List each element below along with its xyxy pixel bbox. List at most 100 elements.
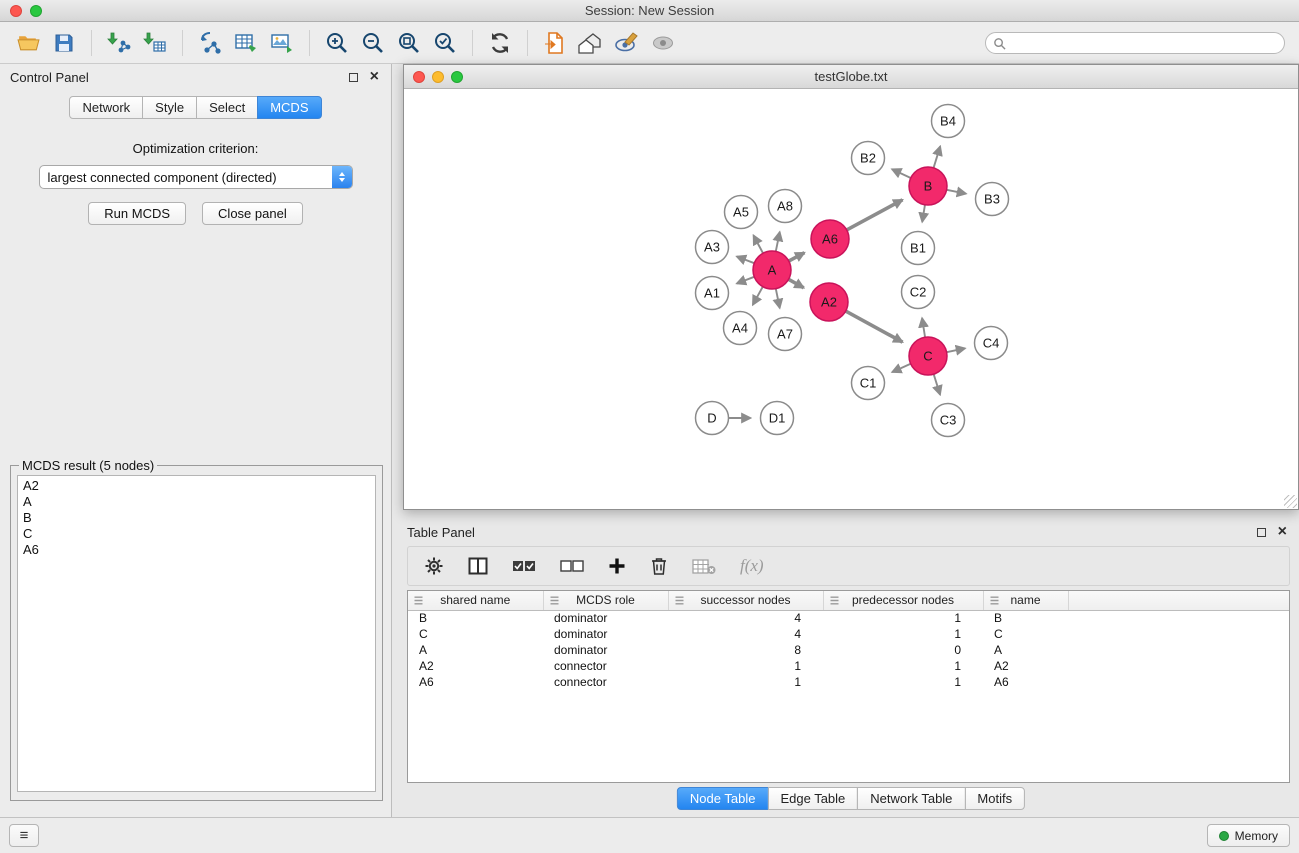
table-cell-name[interactable]: A — [983, 642, 1068, 658]
tab-network-table[interactable]: Network Table — [857, 787, 965, 810]
close-panel-button[interactable]: Close panel — [202, 202, 303, 225]
tab-style[interactable]: Style — [142, 96, 197, 119]
zoom-in-button[interactable] — [319, 26, 355, 60]
delete-table-button[interactable] — [692, 558, 716, 575]
table-row[interactable]: Cdominator41C — [408, 626, 1289, 642]
table-row[interactable]: A6connector11A6 — [408, 674, 1289, 690]
tab-edge-table[interactable]: Edge Table — [767, 787, 858, 810]
search-input[interactable] — [985, 32, 1285, 54]
new-network-button[interactable] — [192, 26, 228, 60]
network-close-button[interactable] — [413, 71, 425, 83]
table-settings-button[interactable] — [424, 556, 444, 576]
export-image-button[interactable] — [264, 26, 300, 60]
graph-edge[interactable] — [934, 146, 941, 168]
task-history-button[interactable]: ≡ — [9, 824, 39, 847]
table-cell-name[interactable]: C — [983, 626, 1068, 642]
graph-edge[interactable] — [922, 318, 925, 337]
memory-button[interactable]: Memory — [1207, 824, 1290, 847]
tab-mcds[interactable]: MCDS — [257, 96, 321, 119]
zoom-window-button[interactable] — [30, 5, 42, 17]
table-cell-successor_nodes[interactable]: 1 — [668, 658, 823, 674]
table-cell-successor_nodes[interactable]: 1 — [668, 674, 823, 690]
close-window-button[interactable] — [10, 5, 22, 17]
float-table-panel-icon[interactable] — [1257, 528, 1266, 537]
table-row[interactable]: Bdominator41B — [408, 610, 1289, 626]
graph-edge[interactable] — [846, 311, 903, 342]
select-all-button[interactable] — [512, 559, 536, 573]
table-cell-shared_name[interactable]: A2 — [408, 658, 543, 674]
show-columns-button[interactable] — [468, 557, 488, 575]
graph-edge[interactable] — [922, 205, 925, 222]
table-cell-shared_name[interactable]: A — [408, 642, 543, 658]
graph-edge[interactable] — [753, 235, 763, 253]
table-cell-name[interactable]: A6 — [983, 674, 1068, 690]
column-header[interactable]: predecessor nodes — [823, 591, 983, 610]
table-cell-predecessor_nodes[interactable]: 1 — [823, 658, 983, 674]
close-panel-icon[interactable]: × — [370, 71, 379, 83]
table-cell-mcds_role[interactable]: dominator — [543, 626, 668, 642]
deselect-all-button[interactable] — [560, 559, 584, 573]
zoom-out-button[interactable] — [355, 26, 391, 60]
table-cell-mcds_role[interactable]: connector — [543, 658, 668, 674]
table-cell-successor_nodes[interactable]: 8 — [668, 642, 823, 658]
refresh-view-button[interactable] — [482, 26, 518, 60]
show-graphics-details-button[interactable] — [609, 26, 645, 60]
function-builder-button[interactable]: f(x) — [740, 556, 764, 576]
home-button[interactable] — [573, 26, 609, 60]
tab-select[interactable]: Select — [196, 96, 258, 119]
table-cell-successor_nodes[interactable]: 4 — [668, 626, 823, 642]
graph-edge[interactable] — [892, 169, 911, 178]
open-session-button[interactable] — [10, 26, 46, 60]
table-row[interactable]: A2connector11A2 — [408, 658, 1289, 674]
table-cell-shared_name[interactable]: A6 — [408, 674, 543, 690]
column-header[interactable]: shared name — [408, 591, 543, 610]
optimization-criterion-select[interactable]: largest connected component (directed) — [39, 165, 353, 189]
tab-network[interactable]: Network — [69, 96, 143, 119]
table-cell-predecessor_nodes[interactable]: 1 — [823, 610, 983, 626]
table-cell-mcds_role[interactable]: connector — [543, 674, 668, 690]
tab-node-table[interactable]: Node Table — [677, 787, 769, 810]
table-cell-predecessor_nodes[interactable]: 1 — [823, 626, 983, 642]
network-minimize-button[interactable] — [432, 71, 444, 83]
network-zoom-button[interactable] — [451, 71, 463, 83]
graph-edge[interactable] — [753, 287, 763, 305]
save-session-button[interactable] — [46, 26, 82, 60]
close-table-panel-icon[interactable]: × — [1278, 526, 1287, 538]
mcds-result-list[interactable]: A2ABCA6 — [17, 475, 376, 792]
graph-edge[interactable] — [776, 289, 780, 308]
zoom-fit-button[interactable] — [391, 26, 427, 60]
network-graph[interactable]: B4B2BB3A5A8A6A3AB1A1A2C2A4A7C4CC1DD1C3 — [404, 89, 1298, 509]
column-header[interactable]: MCDS role — [543, 591, 668, 610]
column-header[interactable]: name — [983, 591, 1068, 610]
table-cell-predecessor_nodes[interactable]: 1 — [823, 674, 983, 690]
run-mcds-button[interactable]: Run MCDS — [88, 202, 186, 225]
graph-edge[interactable] — [737, 256, 755, 263]
zoom-selected-button[interactable] — [427, 26, 463, 60]
hide-graphics-details-button[interactable] — [645, 26, 681, 60]
column-header[interactable]: successor nodes — [668, 591, 823, 610]
graph-edge[interactable] — [847, 200, 903, 230]
graph-edge[interactable] — [789, 279, 804, 288]
table-cell-shared_name[interactable]: C — [408, 626, 543, 642]
table-cell-predecessor_nodes[interactable]: 0 — [823, 642, 983, 658]
table-cell-shared_name[interactable]: B — [408, 610, 543, 626]
resize-grip[interactable] — [1284, 495, 1297, 508]
table-cell-mcds_role[interactable]: dominator — [543, 642, 668, 658]
float-panel-icon[interactable] — [349, 73, 358, 82]
table-cell-successor_nodes[interactable]: 4 — [668, 610, 823, 626]
graph-edge[interactable] — [934, 374, 940, 395]
table-row[interactable]: Adominator80A — [408, 642, 1289, 658]
graph-edge[interactable] — [947, 348, 965, 352]
graph-edge[interactable] — [892, 364, 911, 372]
new-table-button[interactable] — [228, 26, 264, 60]
graph-edge[interactable] — [789, 253, 805, 261]
table-cell-name[interactable]: A2 — [983, 658, 1068, 674]
table-cell-name[interactable]: B — [983, 610, 1068, 626]
delete-row-button[interactable] — [650, 556, 668, 576]
import-table-button[interactable] — [137, 26, 173, 60]
tab-motifs[interactable]: Motifs — [964, 787, 1025, 810]
import-network-button[interactable] — [101, 26, 137, 60]
add-row-button[interactable] — [608, 557, 626, 575]
open-network-file-button[interactable] — [537, 26, 573, 60]
graph-edge[interactable] — [776, 232, 780, 251]
